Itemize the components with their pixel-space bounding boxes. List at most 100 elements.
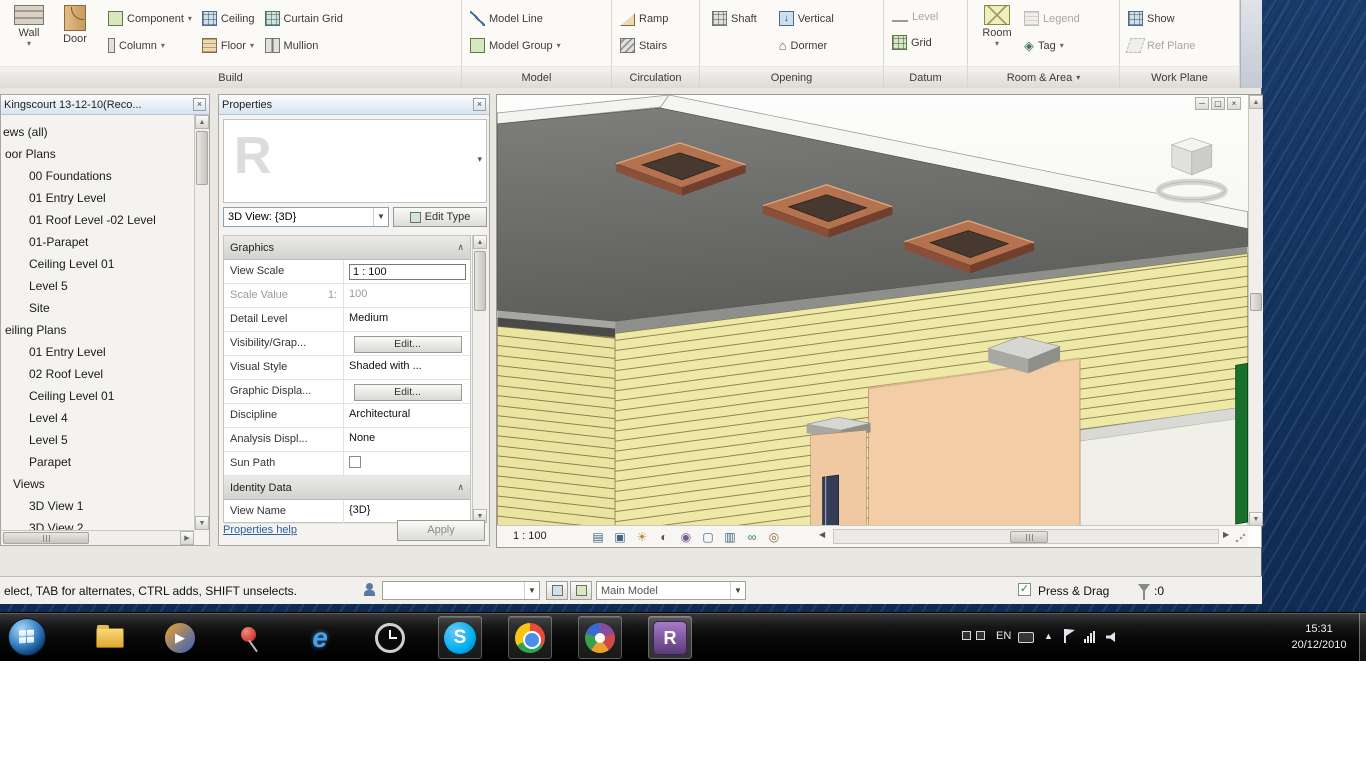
model-3d-view[interactable] (497, 95, 1248, 526)
taskbar-ie-button[interactable]: e (298, 616, 342, 659)
scroll-up-icon[interactable]: ▲ (195, 115, 209, 129)
chevron-down-icon[interactable]: ▾ (477, 154, 482, 165)
vertical-opening-button[interactable]: ↓ Vertical (779, 11, 834, 26)
model-group-button[interactable]: Model Group ▾ (470, 38, 561, 53)
panel-label-opening[interactable]: Opening (700, 66, 883, 88)
reveal-hidden-elements-icon[interactable]: ◎ (765, 529, 783, 545)
tag-button[interactable]: ◈ Tag ▾ (1024, 38, 1080, 53)
detail-level-icon[interactable]: ▤ (589, 529, 607, 545)
ceiling-button[interactable]: Ceiling (202, 11, 255, 26)
panel-label-room-area[interactable]: Room & Area▾ (968, 66, 1119, 88)
taskbar-picasa-button[interactable] (578, 616, 622, 659)
view-scale-button[interactable]: 1 : 100 (513, 530, 547, 542)
visual-style-field[interactable]: Shaded with ... (349, 360, 422, 372)
shaft-button[interactable]: Shaft (712, 11, 757, 26)
component-button[interactable]: Component ▾ (108, 11, 192, 26)
door-button[interactable]: Door (52, 2, 98, 64)
taskbar-revit-button[interactable]: R (648, 616, 692, 659)
resize-grip[interactable] (1234, 532, 1246, 544)
view-scale-field[interactable]: 1 : 100 (349, 264, 466, 280)
shadows-icon[interactable]: ◐ (655, 529, 673, 545)
curtain-grid-button[interactable]: Curtain Grid (265, 11, 343, 26)
taskbar-explorer-button[interactable] (88, 616, 132, 659)
collapse-icon[interactable]: ∧ (457, 482, 464, 493)
properties-help-link[interactable]: Properties help (223, 524, 297, 536)
volume-icon[interactable] (1106, 632, 1118, 642)
analysis-display-field[interactable]: None (349, 432, 375, 444)
show-crop-region-icon[interactable]: ▥ (721, 529, 739, 545)
panel-label-circulation[interactable]: Circulation (612, 66, 699, 88)
floor-button[interactable]: Floor ▾ (202, 38, 255, 53)
start-button[interactable] (8, 618, 46, 656)
tree-item[interactable]: Views (1, 473, 194, 495)
action-center-icon[interactable] (1064, 629, 1066, 643)
view-name-field[interactable]: {3D} (349, 504, 370, 516)
visibility-edit-button[interactable]: Edit... (354, 336, 462, 353)
project-browser-titlebar[interactable]: Kingscourt 13-12-10(Reco... × (1, 95, 209, 115)
tray-clock[interactable]: 15:31 20/12/2010 (1280, 621, 1358, 653)
detail-level-field[interactable]: Medium (349, 312, 388, 324)
close-icon[interactable]: × (1227, 97, 1241, 110)
legend-button[interactable]: Legend (1024, 11, 1080, 26)
crop-view-icon[interactable]: ▢ (699, 529, 717, 545)
stairs-button[interactable]: Stairs (620, 38, 668, 53)
show-desktop-button[interactable] (1359, 613, 1366, 662)
show-work-plane-button[interactable]: Show (1128, 11, 1195, 26)
collapse-icon[interactable]: ∧ (457, 242, 464, 253)
tree-item[interactable]: Ceiling Level 01 (1, 385, 194, 407)
temporary-hide-isolate-icon[interactable]: ∞ (743, 529, 761, 545)
properties-titlebar[interactable]: Properties × (219, 95, 489, 115)
minimize-icon[interactable]: ─ (1195, 97, 1209, 110)
restore-icon[interactable]: ▢ (1211, 97, 1225, 110)
tree-item[interactable]: eiling Plans (1, 319, 194, 341)
scrollbar-thumb[interactable] (3, 532, 89, 544)
tree-item[interactable]: Site (1, 297, 194, 319)
section-header-graphics[interactable]: Graphics∧ (224, 236, 470, 260)
taskbar-pin-button[interactable] (228, 616, 272, 659)
edit-type-button[interactable]: Edit Type (393, 207, 487, 227)
room-button[interactable]: Room ▾ (974, 2, 1020, 64)
properties-vscrollbar[interactable]: ▲ ▼ (472, 235, 487, 523)
tree-item[interactable]: 3D View 1 (1, 495, 194, 517)
type-preview[interactable]: R ▾ (223, 119, 487, 203)
worksets-dialog-button[interactable] (546, 581, 568, 600)
drawing-vscrollbar[interactable]: ▲ ▼ (1248, 95, 1263, 526)
grid-button[interactable]: Grid (892, 35, 938, 50)
tree-item[interactable]: Ceiling Level 01 (1, 253, 194, 275)
tray-window-icon[interactable] (976, 631, 985, 640)
section-header-identity[interactable]: Identity Data∧ (224, 476, 470, 500)
apply-button[interactable]: Apply (397, 520, 485, 541)
dormer-button[interactable]: ⌂ Dormer (779, 38, 834, 53)
wall-button[interactable]: Wall ▾ (6, 2, 52, 64)
tree-item[interactable]: 01-Parapet (1, 231, 194, 253)
mullion-button[interactable]: Mullion (265, 38, 343, 53)
taskbar-media-player-button[interactable]: ▶ (158, 616, 202, 659)
press-drag-checkbox[interactable]: ✓ (1018, 583, 1031, 596)
tree-item[interactable]: Level 5 (1, 275, 194, 297)
tree-item[interactable]: oor Plans (1, 143, 194, 165)
scroll-left-icon[interactable]: ◀ (819, 530, 825, 539)
project-browser-vscrollbar[interactable]: ▲ ▼ (194, 115, 209, 530)
close-icon[interactable]: × (473, 98, 486, 111)
type-selector[interactable]: 3D View: {3D} ▼ (223, 207, 389, 227)
scrollbar-thumb[interactable] (196, 131, 208, 185)
panel-label-model[interactable]: Model (462, 66, 611, 88)
taskbar-clock-app-button[interactable] (368, 616, 412, 659)
show-hidden-icons[interactable]: ▲ (1044, 631, 1053, 641)
tree-item[interactable]: Level 5 (1, 429, 194, 451)
keyboard-icon[interactable] (1018, 632, 1034, 643)
ref-plane-button[interactable]: Ref Plane (1128, 38, 1195, 53)
tree-item[interactable]: 01 Entry Level (1, 187, 194, 209)
tree-item[interactable]: Level 4 (1, 407, 194, 429)
panel-label-datum[interactable]: Datum (884, 66, 967, 88)
model-canvas[interactable] (497, 95, 1248, 526)
model-line-button[interactable]: Model Line (470, 11, 561, 26)
scroll-right-icon[interactable]: ▶ (1223, 530, 1229, 539)
close-icon[interactable]: × (193, 98, 206, 111)
tree-item[interactable]: 02 Roof Level (1, 363, 194, 385)
column-button[interactable]: Column ▾ (108, 38, 192, 53)
active-workset-select[interactable]: ▼ (382, 581, 540, 600)
scroll-right-icon[interactable]: ▶ (180, 531, 194, 545)
sun-path-checkbox[interactable] (349, 456, 361, 468)
language-indicator[interactable]: EN (996, 630, 1011, 642)
